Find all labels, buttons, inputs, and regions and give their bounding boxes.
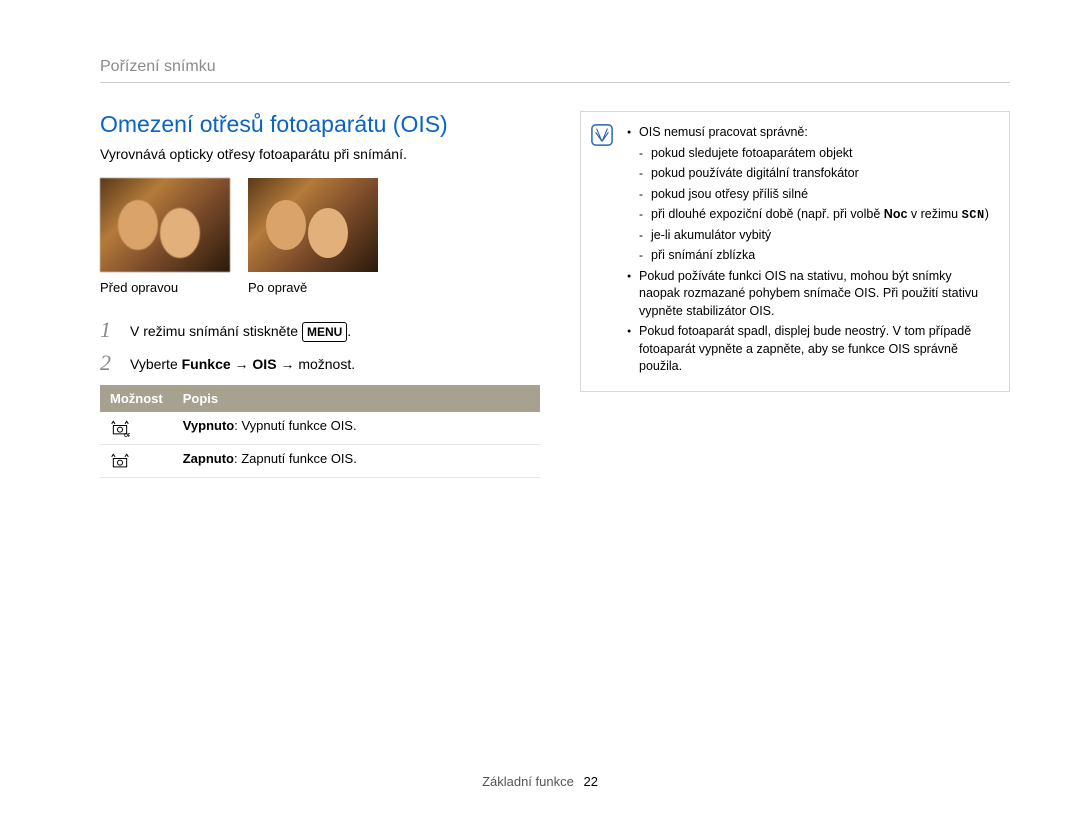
row-1-desc: : Zapnutí funkce OIS. [234, 451, 357, 466]
svg-text:OFF: OFF [124, 433, 130, 438]
step-2: 2 Vyberte Funkce → OIS → možnost. [100, 352, 540, 375]
note-sub-3-prefix: při dlouhé expoziční době (např. při vol… [651, 207, 884, 221]
note-sub-4: je-li akumulátor vybitý [639, 227, 995, 245]
step-2-part-2: → [231, 356, 253, 372]
step-number: 2 [100, 352, 118, 374]
footer-page-number: 22 [583, 774, 597, 789]
step-2-part-4: → možnost. [277, 356, 356, 372]
note-icon [591, 124, 613, 146]
table-row: Zapnuto: Zapnutí funkce OIS. [100, 445, 540, 478]
row-0-desc: : Vypnutí funkce OIS. [234, 418, 356, 433]
page-subtitle: Vyrovnává opticky otřesy fotoaparátu při… [100, 146, 540, 162]
left-column: Omezení otřesů fotoaparátu (OIS) Vyrovná… [100, 111, 540, 478]
ois-off-icon: OFF [110, 418, 163, 438]
note-sub-3: při dlouhé expoziční době (např. při vol… [639, 206, 995, 224]
step-number: 1 [100, 319, 118, 341]
menu-button-label: MENU [302, 322, 347, 342]
note-sub-2: pokud jsou otřesy příliš silné [639, 186, 995, 204]
options-table: Možnost Popis OFF Vypnuto: Vypnutí funkc… [100, 385, 540, 478]
row-0-term: Vypnuto [183, 418, 235, 433]
scn-mode-label: SCN [962, 208, 985, 222]
note-sub-3-bold: Noc [884, 207, 908, 221]
table-header-desc: Popis [173, 385, 540, 412]
step-1-suffix: . [347, 323, 351, 339]
note-item-2: Pokud fotoaparát spadl, displej bude neo… [627, 323, 995, 376]
page-footer: Základní funkce 22 [0, 774, 1080, 789]
step-2-part-1: Funkce [182, 356, 231, 372]
note-item-0-text: OIS nemusí pracovat správně: [639, 125, 808, 139]
table-header-option: Možnost [100, 385, 173, 412]
step-1: 1 V režimu snímání stiskněte MENU. [100, 319, 540, 342]
sample-image-before [100, 178, 230, 272]
caption-before: Před opravou [100, 280, 230, 295]
right-column: OIS nemusí pracovat správně: pokud sledu… [580, 111, 1010, 478]
note-sub-3-suffix: ) [985, 207, 989, 221]
note-box: OIS nemusí pracovat správně: pokud sledu… [580, 111, 1010, 392]
sample-image-pair [100, 178, 540, 272]
sample-image-after [248, 178, 378, 272]
note-sub-0: pokud sledujete fotoaparátem objekt [639, 145, 995, 163]
step-2-part-0: Vyberte [130, 356, 182, 372]
ois-on-icon [110, 451, 163, 471]
step-1-prefix: V režimu snímání stiskněte [130, 323, 302, 339]
caption-after: Po opravě [248, 280, 378, 295]
note-sub-1: pokud používáte digitální transfokátor [639, 165, 995, 183]
page-title: Omezení otřesů fotoaparátu (OIS) [100, 111, 540, 138]
step-2-part-3: OIS [252, 356, 276, 372]
note-sub-5: při snímání zblízka [639, 247, 995, 265]
note-item-1: Pokud požíváte funkci OIS na stativu, mo… [627, 268, 995, 321]
table-row: OFF Vypnuto: Vypnutí funkce OIS. [100, 412, 540, 445]
footer-section: Základní funkce [482, 774, 574, 789]
row-1-term: Zapnuto [183, 451, 234, 466]
breadcrumb: Pořízení snímku [100, 58, 1010, 83]
note-item-0: OIS nemusí pracovat správně: pokud sledu… [627, 124, 995, 265]
note-sub-3-middle: v režimu [907, 207, 961, 221]
